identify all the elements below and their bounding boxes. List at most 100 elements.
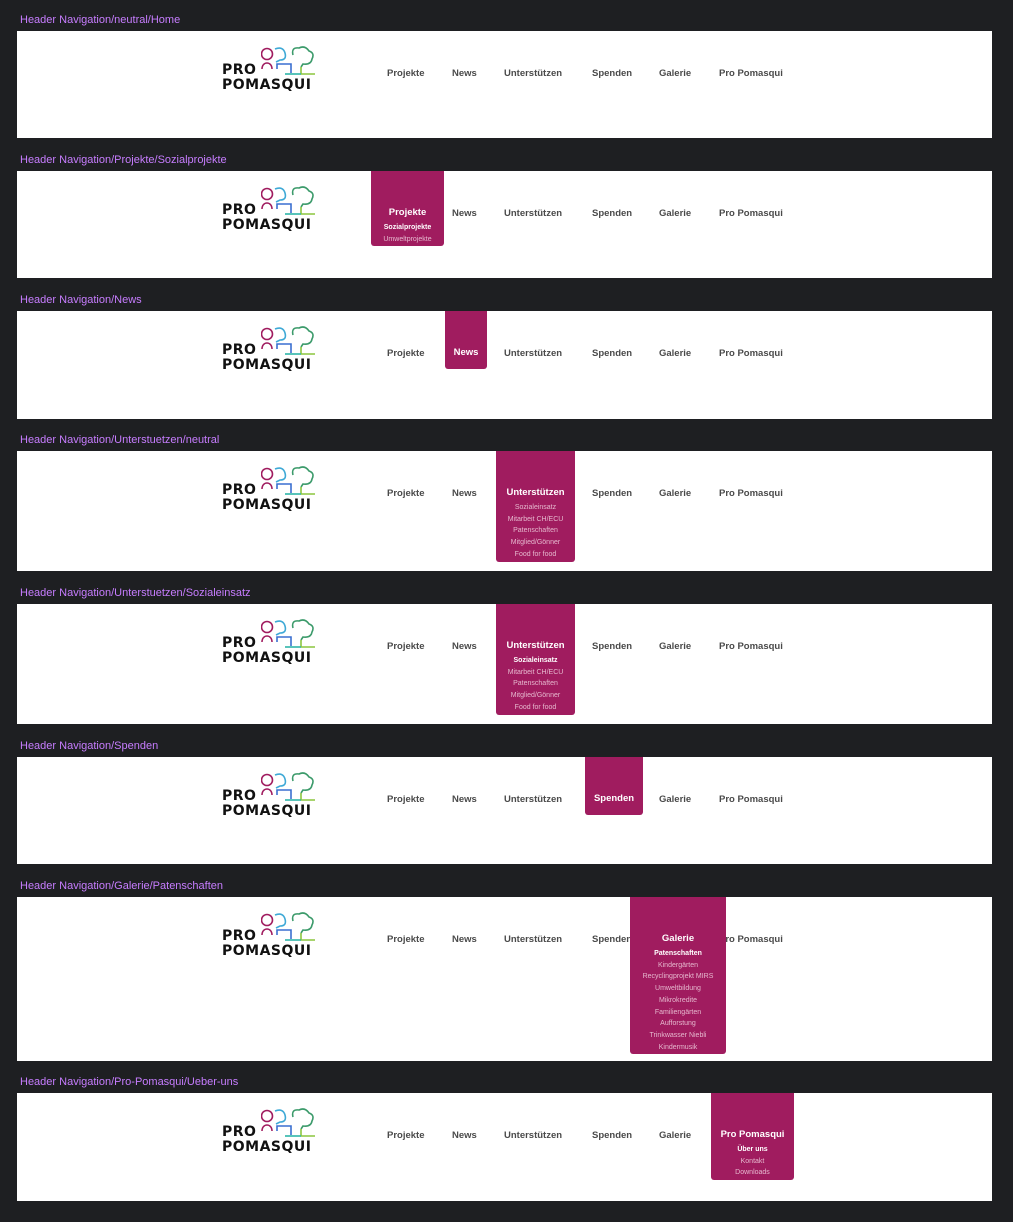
site-logo[interactable]: PRO POMASQUI xyxy=(221,325,331,375)
nav-item-spenden[interactable]: Spenden xyxy=(592,348,632,359)
frame-label: Header Navigation/Spenden xyxy=(20,740,159,752)
dropdown-title[interactable]: News xyxy=(445,347,487,358)
nav-item-news[interactable]: News xyxy=(452,794,477,805)
nav-dropdown-active[interactable]: Galerie Patenschaften Kindergärten Recyclin… xyxy=(630,897,726,1054)
dropdown-item[interactable]: Mikrokredite xyxy=(630,995,726,1007)
dropdown-title[interactable]: Spenden xyxy=(585,793,643,804)
nav-item-projekte[interactable]: Projekte xyxy=(387,1130,425,1141)
nav-item-spenden[interactable]: Spenden xyxy=(592,1130,632,1141)
nav-item-unterstützen[interactable]: Unterstützen xyxy=(504,934,562,945)
nav-dropdown-active[interactable]: Unterstützen Sozialeinsatz Mitarbeit CH/EC… xyxy=(496,604,575,715)
nav-item-galerie[interactable]: Galerie xyxy=(659,68,691,79)
dropdown-item[interactable]: Downloads xyxy=(711,1167,794,1179)
dropdown-title[interactable]: Unterstützen xyxy=(496,640,575,651)
dropdown-item[interactable]: Patenschaften xyxy=(630,948,726,960)
nav-item-pro-pomasqui[interactable]: Pro Pomasqui xyxy=(719,68,783,79)
nav-item-spenden[interactable]: Spenden xyxy=(592,934,632,945)
nav-dropdown-active[interactable]: Unterstützen Sozialeinsatz Mitarbeit CH/EC… xyxy=(496,451,575,562)
dropdown-item[interactable]: Kindermusik xyxy=(630,1042,726,1054)
logo-line-1: PRO xyxy=(222,788,257,804)
nav-item-spenden[interactable]: Spenden xyxy=(592,208,632,219)
site-logo[interactable]: PRO POMASQUI xyxy=(221,618,331,668)
dropdown-title[interactable]: Galerie xyxy=(630,933,726,944)
nav-item-galerie[interactable]: Galerie xyxy=(659,208,691,219)
nav-item-pro-pomasqui[interactable]: Pro Pomasqui xyxy=(719,934,783,945)
nav-item-projekte[interactable]: Projekte xyxy=(387,934,425,945)
dropdown-item[interactable]: Mitarbeit CH/ECU xyxy=(496,667,575,679)
dropdown-item[interactable]: Food for food xyxy=(496,549,575,561)
nav-item-unterstützen[interactable]: Unterstützen xyxy=(504,348,562,359)
dropdown-item[interactable]: Umweltbildung xyxy=(630,983,726,995)
site-logo[interactable]: PRO POMASQUI xyxy=(221,911,331,961)
nav-item-pro-pomasqui[interactable]: Pro Pomasqui xyxy=(719,208,783,219)
dropdown-item[interactable]: Patenschaften xyxy=(496,678,575,690)
header-navigation-frame: PRO POMASQUI Projekte News Spenden Galerie Pro… xyxy=(17,451,992,571)
nav-item-news[interactable]: News xyxy=(452,208,477,219)
nav-item-spenden[interactable]: Spenden xyxy=(592,68,632,79)
nav-item-spenden[interactable]: Spenden xyxy=(592,641,632,652)
frame-label: Header Navigation/neutral/Home xyxy=(20,14,181,26)
nav-dropdown-active[interactable]: Spenden xyxy=(585,757,643,815)
nav-item-projekte[interactable]: Projekte xyxy=(387,348,425,359)
logo-line-2: POMASQUI xyxy=(222,497,312,513)
nav-item-projekte[interactable]: Projekte xyxy=(387,488,425,499)
nav-item-projekte[interactable]: Projekte xyxy=(387,68,425,79)
nav-item-pro-pomasqui[interactable]: Pro Pomasqui xyxy=(719,794,783,805)
logo-wordmark: PRO POMASQUI xyxy=(222,1125,312,1155)
dropdown-item[interactable]: Patenschaften xyxy=(496,525,575,537)
dropdown-item[interactable]: Trinkwasser Niebli xyxy=(630,1030,726,1042)
nav-item-pro-pomasqui[interactable]: Pro Pomasqui xyxy=(719,641,783,652)
nav-item-projekte[interactable]: Projekte xyxy=(387,641,425,652)
logo-wordmark: PRO POMASQUI xyxy=(222,483,312,513)
nav-item-news[interactable]: News xyxy=(452,641,477,652)
nav-item-galerie[interactable]: Galerie xyxy=(659,348,691,359)
nav-item-news[interactable]: News xyxy=(452,1130,477,1141)
nav-item-news[interactable]: News xyxy=(452,488,477,499)
nav-item-pro-pomasqui[interactable]: Pro Pomasqui xyxy=(719,488,783,499)
nav-item-spenden[interactable]: Spenden xyxy=(592,488,632,499)
dropdown-title[interactable]: Unterstützen xyxy=(496,487,575,498)
site-logo[interactable]: PRO POMASQUI xyxy=(221,465,331,515)
nav-item-galerie[interactable]: Galerie xyxy=(659,1130,691,1141)
nav-item-pro-pomasqui[interactable]: Pro Pomasqui xyxy=(719,348,783,359)
dropdown-item[interactable]: Recyclingprojekt MIRS xyxy=(630,971,726,983)
dropdown-item[interactable]: Familiengärten xyxy=(630,1007,726,1019)
dropdown-list: Sozialeinsatz Mitarbeit CH/ECU Patenschaft… xyxy=(496,502,575,561)
nav-item-unterstützen[interactable]: Unterstützen xyxy=(504,208,562,219)
dropdown-item[interactable]: Kontakt xyxy=(711,1156,794,1168)
nav-dropdown-active[interactable]: News xyxy=(445,311,487,369)
nav-item-galerie[interactable]: Galerie xyxy=(659,641,691,652)
nav-item-news[interactable]: News xyxy=(452,934,477,945)
site-logo[interactable]: PRO POMASQUI xyxy=(221,1107,331,1157)
nav-item-unterstützen[interactable]: Unterstützen xyxy=(504,1130,562,1141)
header-navigation-frame: PRO POMASQUI Projekte Unterstützen Spenden Ga… xyxy=(17,311,992,419)
dropdown-item[interactable]: Sozialprojekte xyxy=(371,222,444,234)
dropdown-item[interactable]: Kindergärten xyxy=(630,960,726,972)
nav-item-galerie[interactable]: Galerie xyxy=(659,488,691,499)
nav-item-news[interactable]: News xyxy=(452,68,477,79)
dropdown-item[interactable]: Umweltprojekte xyxy=(371,234,444,246)
dropdown-item[interactable]: Sozialeinsatz xyxy=(496,655,575,667)
dropdown-item[interactable]: Aufforstung xyxy=(630,1018,726,1030)
dropdown-item[interactable]: Mitglied/Gönner xyxy=(496,690,575,702)
dropdown-list: Sozialprojekte Umweltprojekte xyxy=(371,222,444,245)
nav-dropdown-active[interactable]: Projekte Sozialprojekte Umweltprojekte xyxy=(371,171,444,246)
site-logo[interactable]: PRO POMASQUI xyxy=(221,185,331,235)
nav-item-galerie[interactable]: Galerie xyxy=(659,794,691,805)
dropdown-item[interactable]: Mitarbeit CH/ECU xyxy=(496,514,575,526)
dropdown-item[interactable]: Über uns xyxy=(711,1144,794,1156)
header-navigation-frame: PRO POMASQUI Projekte News Unterstützen Spend… xyxy=(17,1093,992,1201)
dropdown-title[interactable]: Projekte xyxy=(371,207,444,218)
nav-item-unterstützen[interactable]: Unterstützen xyxy=(504,68,562,79)
dropdown-item[interactable]: Food for food xyxy=(496,702,575,714)
site-logo[interactable]: PRO POMASQUI xyxy=(221,45,331,95)
logo-line-1: PRO xyxy=(222,928,257,944)
dropdown-item[interactable]: Sozialeinsatz xyxy=(496,502,575,514)
dropdown-item[interactable]: Mitglied/Gönner xyxy=(496,537,575,549)
dropdown-title[interactable]: Pro Pomasqui xyxy=(711,1129,794,1140)
nav-dropdown-active[interactable]: Pro Pomasqui Über uns Kontakt Downloads xyxy=(711,1093,794,1180)
nav-item-unterstützen[interactable]: Unterstützen xyxy=(504,794,562,805)
nav-item-projekte[interactable]: Projekte xyxy=(387,794,425,805)
site-logo[interactable]: PRO POMASQUI xyxy=(221,771,331,821)
frame-label: Header Navigation/Unterstuetzen/neutral xyxy=(20,434,220,446)
